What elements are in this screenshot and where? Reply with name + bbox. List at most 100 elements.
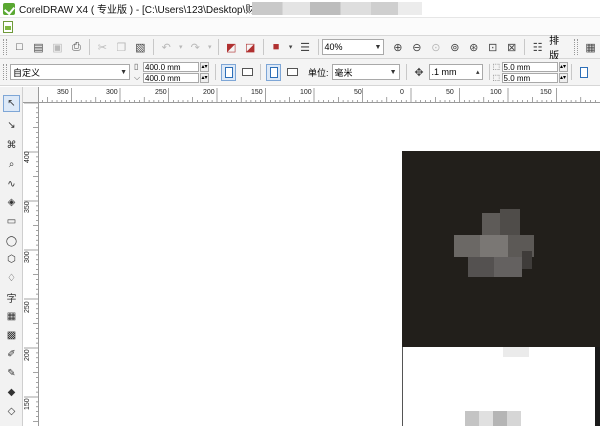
coreldraw-app-icon[interactable] xyxy=(3,2,15,15)
drawing-canvas[interactable] xyxy=(40,104,600,426)
hruler-label: 150 xyxy=(251,89,263,96)
units-value: 毫米 xyxy=(334,67,353,78)
polygon-tool-icon[interactable]: ⬡ xyxy=(3,251,20,268)
zoom-all-objects-icon[interactable]: ⊚ xyxy=(446,39,463,56)
rectangle-tool-icon[interactable]: ▭ xyxy=(3,213,20,230)
page-width-input[interactable]: 400.0 mm xyxy=(143,61,199,72)
toolbar-grip[interactable] xyxy=(3,64,7,80)
publish-pdf-icon[interactable]: ■ xyxy=(268,39,285,56)
current-page-icon xyxy=(287,68,298,76)
duplicate-y-input[interactable]: 5.0 mm xyxy=(501,72,558,83)
landscape-orientation-button[interactable] xyxy=(240,64,255,81)
zoom-tool-icon[interactable]: ⌕ xyxy=(3,156,20,173)
toolbar-grip[interactable] xyxy=(574,39,579,55)
layout-icon[interactable]: ☷ xyxy=(529,39,546,56)
interactive-fill-icon[interactable]: ◇ xyxy=(3,403,20,420)
interactive-blend-icon[interactable]: ▩ xyxy=(3,327,20,344)
export-icon[interactable]: ◪ xyxy=(242,39,259,56)
pick-tool-icon[interactable]: ↖ xyxy=(3,95,20,112)
treat-as-filled-icon xyxy=(580,66,589,78)
application-launcher-icon[interactable]: ▾ xyxy=(287,39,295,56)
redo-icon[interactable]: ↷ xyxy=(187,39,204,56)
nudge-distance-input[interactable]: .1 mm ▴ xyxy=(428,64,483,80)
outline-pen-icon[interactable]: ✎ xyxy=(3,365,20,382)
separator xyxy=(88,39,90,55)
ruler-origin-corner[interactable] xyxy=(23,87,39,103)
page-height-input[interactable]: 400.0 mm xyxy=(143,72,199,83)
horizontal-ruler[interactable]: 350 300 250 200 150 100 50 0 50 100 150 xyxy=(23,87,600,103)
page-width-spinner[interactable]: ▴▾ xyxy=(200,61,209,72)
duplicate-x-input[interactable]: 5.0 mm xyxy=(501,61,558,72)
all-pages-button[interactable] xyxy=(266,63,281,81)
page-height-icon: ⌵ xyxy=(134,72,141,82)
table-tool-icon[interactable]: ▦ xyxy=(3,308,20,325)
landscape-page-icon xyxy=(242,68,253,76)
shape-tool-icon[interactable]: ↘ xyxy=(3,117,20,134)
undo-dropdown-icon[interactable]: ▾ xyxy=(177,39,185,56)
nudge-distance-value: .1 mm xyxy=(431,67,457,77)
freehand-tool-icon[interactable]: ∿ xyxy=(3,176,20,193)
vruler-label: 400 xyxy=(24,151,31,163)
undo-icon[interactable]: ↶ xyxy=(158,39,175,56)
duplicate-x-row: ⬚ 5.0 mm ▴▾ xyxy=(493,61,568,72)
separator xyxy=(262,39,264,55)
zoom-level-combo[interactable]: 40% ▼ xyxy=(321,39,385,55)
crop-tool-icon[interactable]: ⌘ xyxy=(3,137,20,154)
separator xyxy=(152,39,154,55)
print-icon[interactable]: ⎙ xyxy=(68,39,85,56)
nudge-spinner[interactable]: ▴ xyxy=(476,68,480,76)
open-folder-icon[interactable]: ▤ xyxy=(30,39,47,56)
zoom-page-height-icon[interactable]: ⊠ xyxy=(503,39,520,56)
paste-icon[interactable]: ▧ xyxy=(132,39,149,56)
smart-fill-icon[interactable]: ◈ xyxy=(3,194,20,211)
artwork-graphic xyxy=(479,411,493,426)
hruler-label: 50 xyxy=(354,89,362,96)
artwork-graphic xyxy=(480,235,508,257)
artwork-dark-panel[interactable] xyxy=(402,151,600,347)
duplicate-y-spinner[interactable]: ▴▾ xyxy=(558,72,568,83)
vertical-ruler[interactable]: 400 350 300 250 200 150 xyxy=(23,103,39,426)
cut-icon[interactable]: ✂ xyxy=(94,39,111,56)
options-icon[interactable]: ▦ xyxy=(582,39,599,56)
units-combo[interactable]: 毫米 ▼ xyxy=(331,64,400,80)
redo-dropdown-icon[interactable]: ▾ xyxy=(206,39,214,56)
copy-icon[interactable]: ❐ xyxy=(113,39,130,56)
hruler-label: 250 xyxy=(155,89,167,96)
artwork-graphic xyxy=(522,251,532,269)
duplicate-y-icon: ⬚ xyxy=(492,73,501,82)
zoom-out-icon[interactable]: ⊖ xyxy=(408,39,425,56)
duplicate-distance-fields: ⬚ 5.0 mm ▴▾ ⬚ 5.0 mm ▴▾ xyxy=(493,61,568,83)
treat-as-filled-button[interactable] xyxy=(577,64,592,81)
ellipse-tool-icon[interactable]: ◯ xyxy=(3,233,20,250)
title-bar: CorelDRAW X4 ( 专业版 ) - [C:\Users\123\Des… xyxy=(0,0,600,18)
welcome-screen-icon[interactable]: ☰ xyxy=(297,39,314,56)
save-icon[interactable]: ▣ xyxy=(49,39,66,56)
separator xyxy=(260,64,261,80)
page-height-spinner[interactable]: ▴▾ xyxy=(200,72,209,83)
current-page-button[interactable] xyxy=(285,64,300,81)
zoom-level-value: 40% xyxy=(324,42,343,52)
toolbar-grip[interactable] xyxy=(3,39,7,55)
basic-shapes-icon[interactable]: ♢ xyxy=(3,270,20,287)
zoom-page-width-icon[interactable]: ⊡ xyxy=(484,39,501,56)
zoom-in-icon[interactable]: ⊕ xyxy=(389,39,406,56)
text-tool-icon[interactable]: 字 xyxy=(3,289,20,306)
artwork-graphic xyxy=(494,257,522,277)
separator xyxy=(215,64,216,80)
document-icon[interactable] xyxy=(3,20,13,33)
duplicate-x-spinner[interactable]: ▴▾ xyxy=(558,61,568,72)
portrait-orientation-button[interactable] xyxy=(221,63,236,81)
artwork-light-panel[interactable] xyxy=(402,347,600,426)
zoom-selected-icon[interactable]: ⊙ xyxy=(427,39,444,56)
new-document-icon[interactable]: □ xyxy=(11,39,28,56)
chevron-down-icon[interactable]: ▼ xyxy=(374,44,381,51)
artwork-graphic xyxy=(465,411,479,426)
chevron-down-icon[interactable]: ▼ xyxy=(390,69,397,76)
import-icon[interactable]: ◩ xyxy=(223,39,240,56)
fill-tool-icon[interactable]: ◆ xyxy=(3,384,20,401)
chevron-down-icon[interactable]: ▼ xyxy=(120,69,127,76)
eyedropper-icon[interactable]: ✐ xyxy=(3,346,20,363)
zoom-page-icon[interactable]: ⊛ xyxy=(465,39,482,56)
layout-button-label[interactable]: 排版 xyxy=(549,32,569,62)
paper-preset-combo[interactable]: 自定义 ▼ xyxy=(10,64,130,80)
